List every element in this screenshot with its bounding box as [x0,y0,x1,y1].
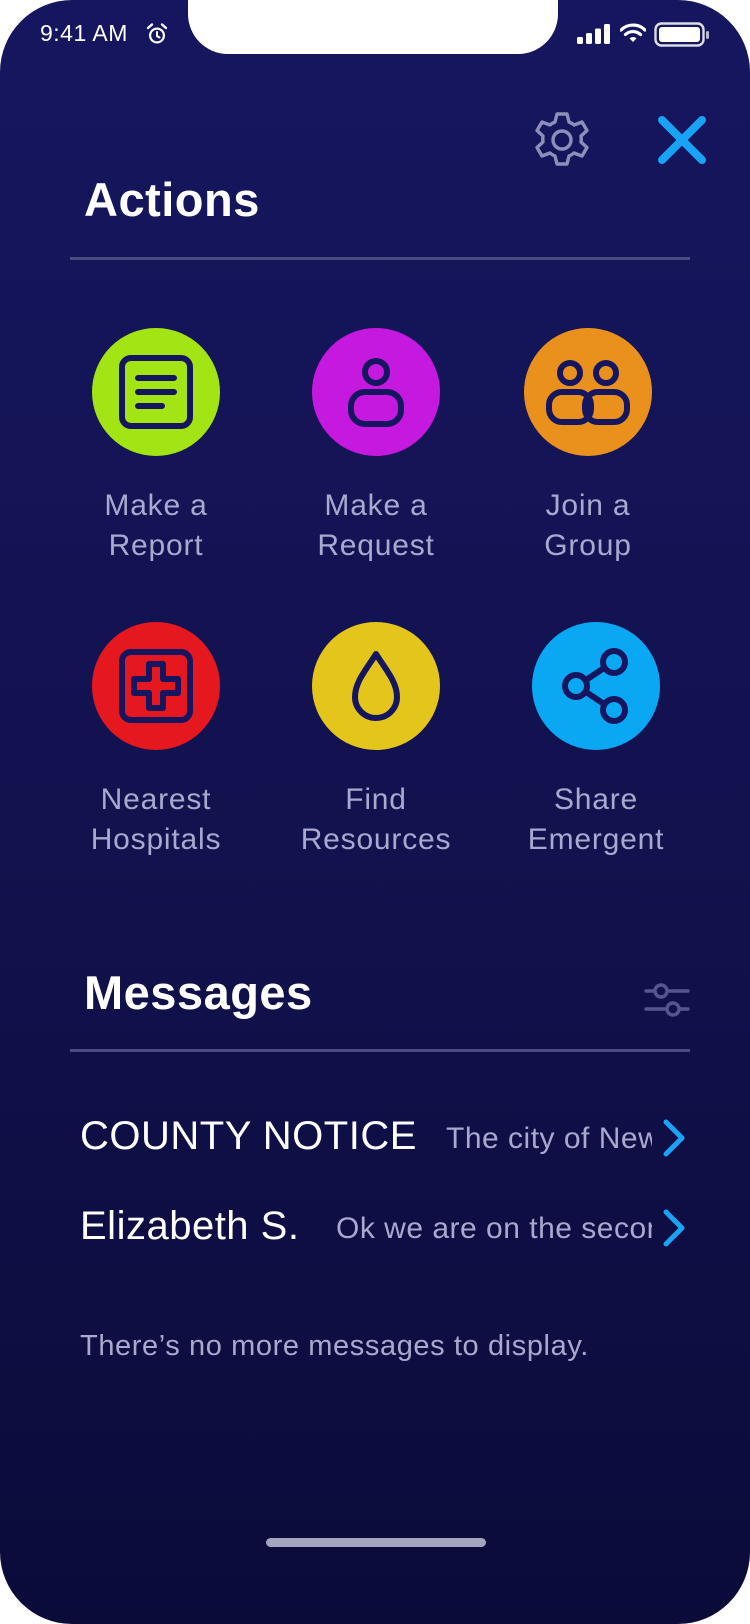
action-circle [524,328,652,456]
device-notch [188,0,558,54]
messages-divider [70,1049,690,1052]
person-icon [348,358,404,427]
make-request-action[interactable]: Make a Request [266,328,486,566]
action-label: Share Emergent [527,783,665,856]
message-sender: COUNTY NOTICE [80,1114,417,1158]
action-circle [92,622,220,750]
wifi-icon [620,23,646,42]
action-label: Make a Request [317,489,435,562]
action-circle [312,328,440,456]
message-sender: Elizabeth S. [80,1204,300,1248]
filter-button[interactable] [644,980,690,1020]
empty-messages-text: There’s no more messages to display. [80,1330,589,1362]
action-label: Make a Report [104,489,208,562]
phone-screen: 9:41 AM Actions Make a Report Make a Req… [0,0,750,1624]
home-indicator[interactable] [266,1538,486,1547]
messages-title: Messages [84,966,313,1019]
share-icon [562,648,628,724]
gear-icon [535,112,589,166]
close-button[interactable] [652,110,712,170]
group-icon [546,360,630,425]
chevron-right-icon [663,1209,685,1247]
action-circle [92,328,220,456]
actions-divider [70,257,690,260]
status-time: 9:41 AM [40,20,128,46]
settings-button[interactable] [530,108,594,172]
actions-title: Actions [84,173,260,226]
filter-sliders-icon [644,983,690,1017]
action-circle [312,622,440,750]
battery-icon [654,22,709,47]
share-emergent-action[interactable]: Share Emergent [486,622,706,860]
action-circle [532,622,660,750]
water-drop-icon [352,651,400,721]
make-report-action[interactable]: Make a Report [46,328,266,566]
action-label: Nearest Hospitals [90,783,222,856]
chevron-right-icon [663,1119,685,1157]
nearest-hospitals-action[interactable]: Nearest Hospitals [46,622,266,860]
report-document-icon [119,355,193,429]
action-label: Find Resources [300,783,452,856]
join-group-action[interactable]: Join a Group [478,328,698,566]
message-preview: The city of New [446,1122,652,1155]
message-row-elizabeth[interactable]: Elizabeth S. Ok we are on the second [80,1198,690,1258]
message-preview: Ok we are on the second [336,1212,652,1245]
close-icon [658,116,706,164]
cellular-signal-icon [577,24,610,44]
find-resources-action[interactable]: Find Resources [266,622,486,860]
message-row-county-notice[interactable]: COUNTY NOTICE The city of New [80,1108,690,1168]
action-label: Join a Group [544,489,632,562]
alarm-clock-icon [146,23,168,44]
medical-cross-icon [119,649,193,723]
